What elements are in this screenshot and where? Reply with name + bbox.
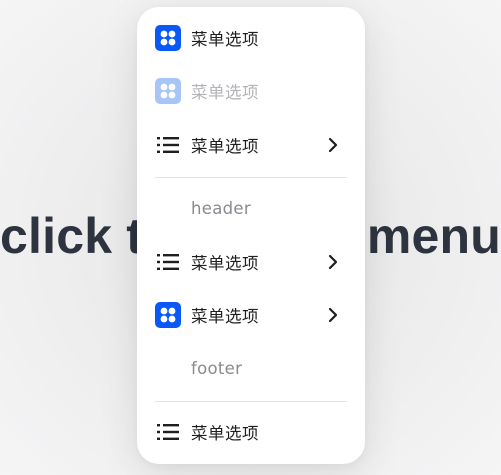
menu-item-label: 菜单选项 [191,254,259,273]
list-icon [155,419,181,445]
menu-item-list[interactable]: 菜单选项 [137,412,365,452]
context-menu: 菜单选项 菜单选项 菜单选项 header 菜单选项 菜单选项 footer 菜… [137,7,365,464]
background-title-left: click t [0,208,144,264]
menu-item-label: 菜单选项 [191,83,259,102]
menu-item-apps[interactable]: 菜单选项 [137,18,365,58]
chevron-right-icon [328,137,338,153]
menu-item-label: 菜单选项 [191,424,259,443]
menu-item-list-submenu[interactable]: 菜单选项 [137,242,365,282]
list-icon [155,132,181,158]
background-title-right: menu [366,208,501,264]
list-icon [155,249,181,275]
menu-group-footer: footer [191,359,243,378]
menu-item-apps-submenu[interactable]: 菜单选项 [137,295,365,335]
menu-item-label: 菜单选项 [191,30,259,49]
menu-divider [155,401,347,402]
chevron-right-icon [328,254,338,270]
menu-item-list-submenu[interactable]: 菜单选项 [137,125,365,165]
apps-icon [155,25,181,51]
apps-icon [155,302,181,328]
menu-item-label: 菜单选项 [191,307,259,326]
menu-item-apps-disabled: 菜单选项 [137,71,365,111]
apps-icon [155,78,181,104]
menu-group-header: header [191,199,251,218]
menu-divider [155,177,347,178]
chevron-right-icon [328,307,338,323]
menu-item-label: 菜单选项 [191,137,259,156]
